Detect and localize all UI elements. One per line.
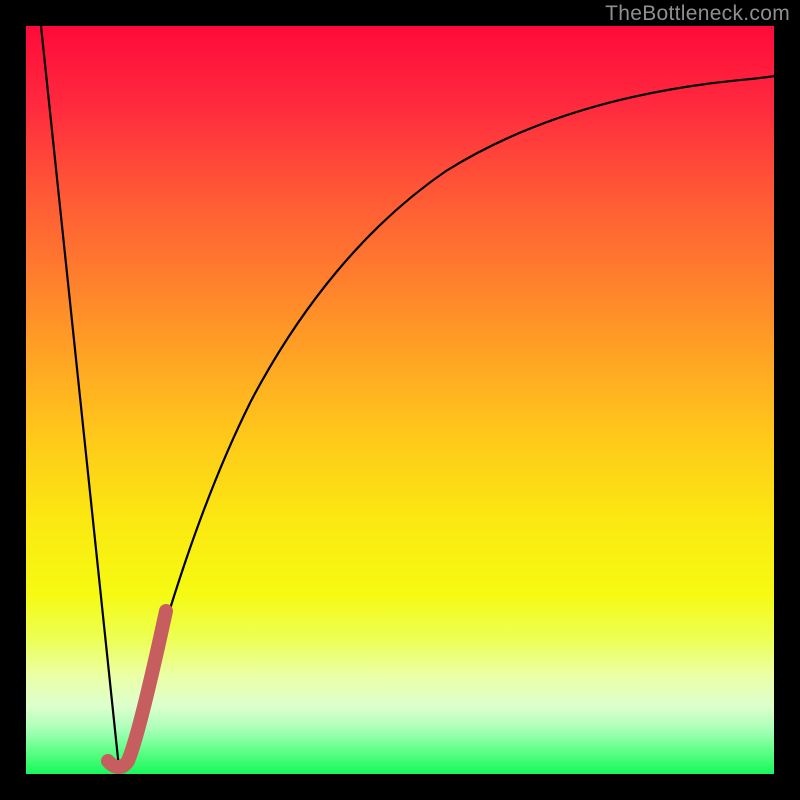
chart-frame: TheBottleneck.com [0,0,800,800]
watermark-text: TheBottleneck.com [605,2,790,26]
chart-svg [26,26,774,774]
